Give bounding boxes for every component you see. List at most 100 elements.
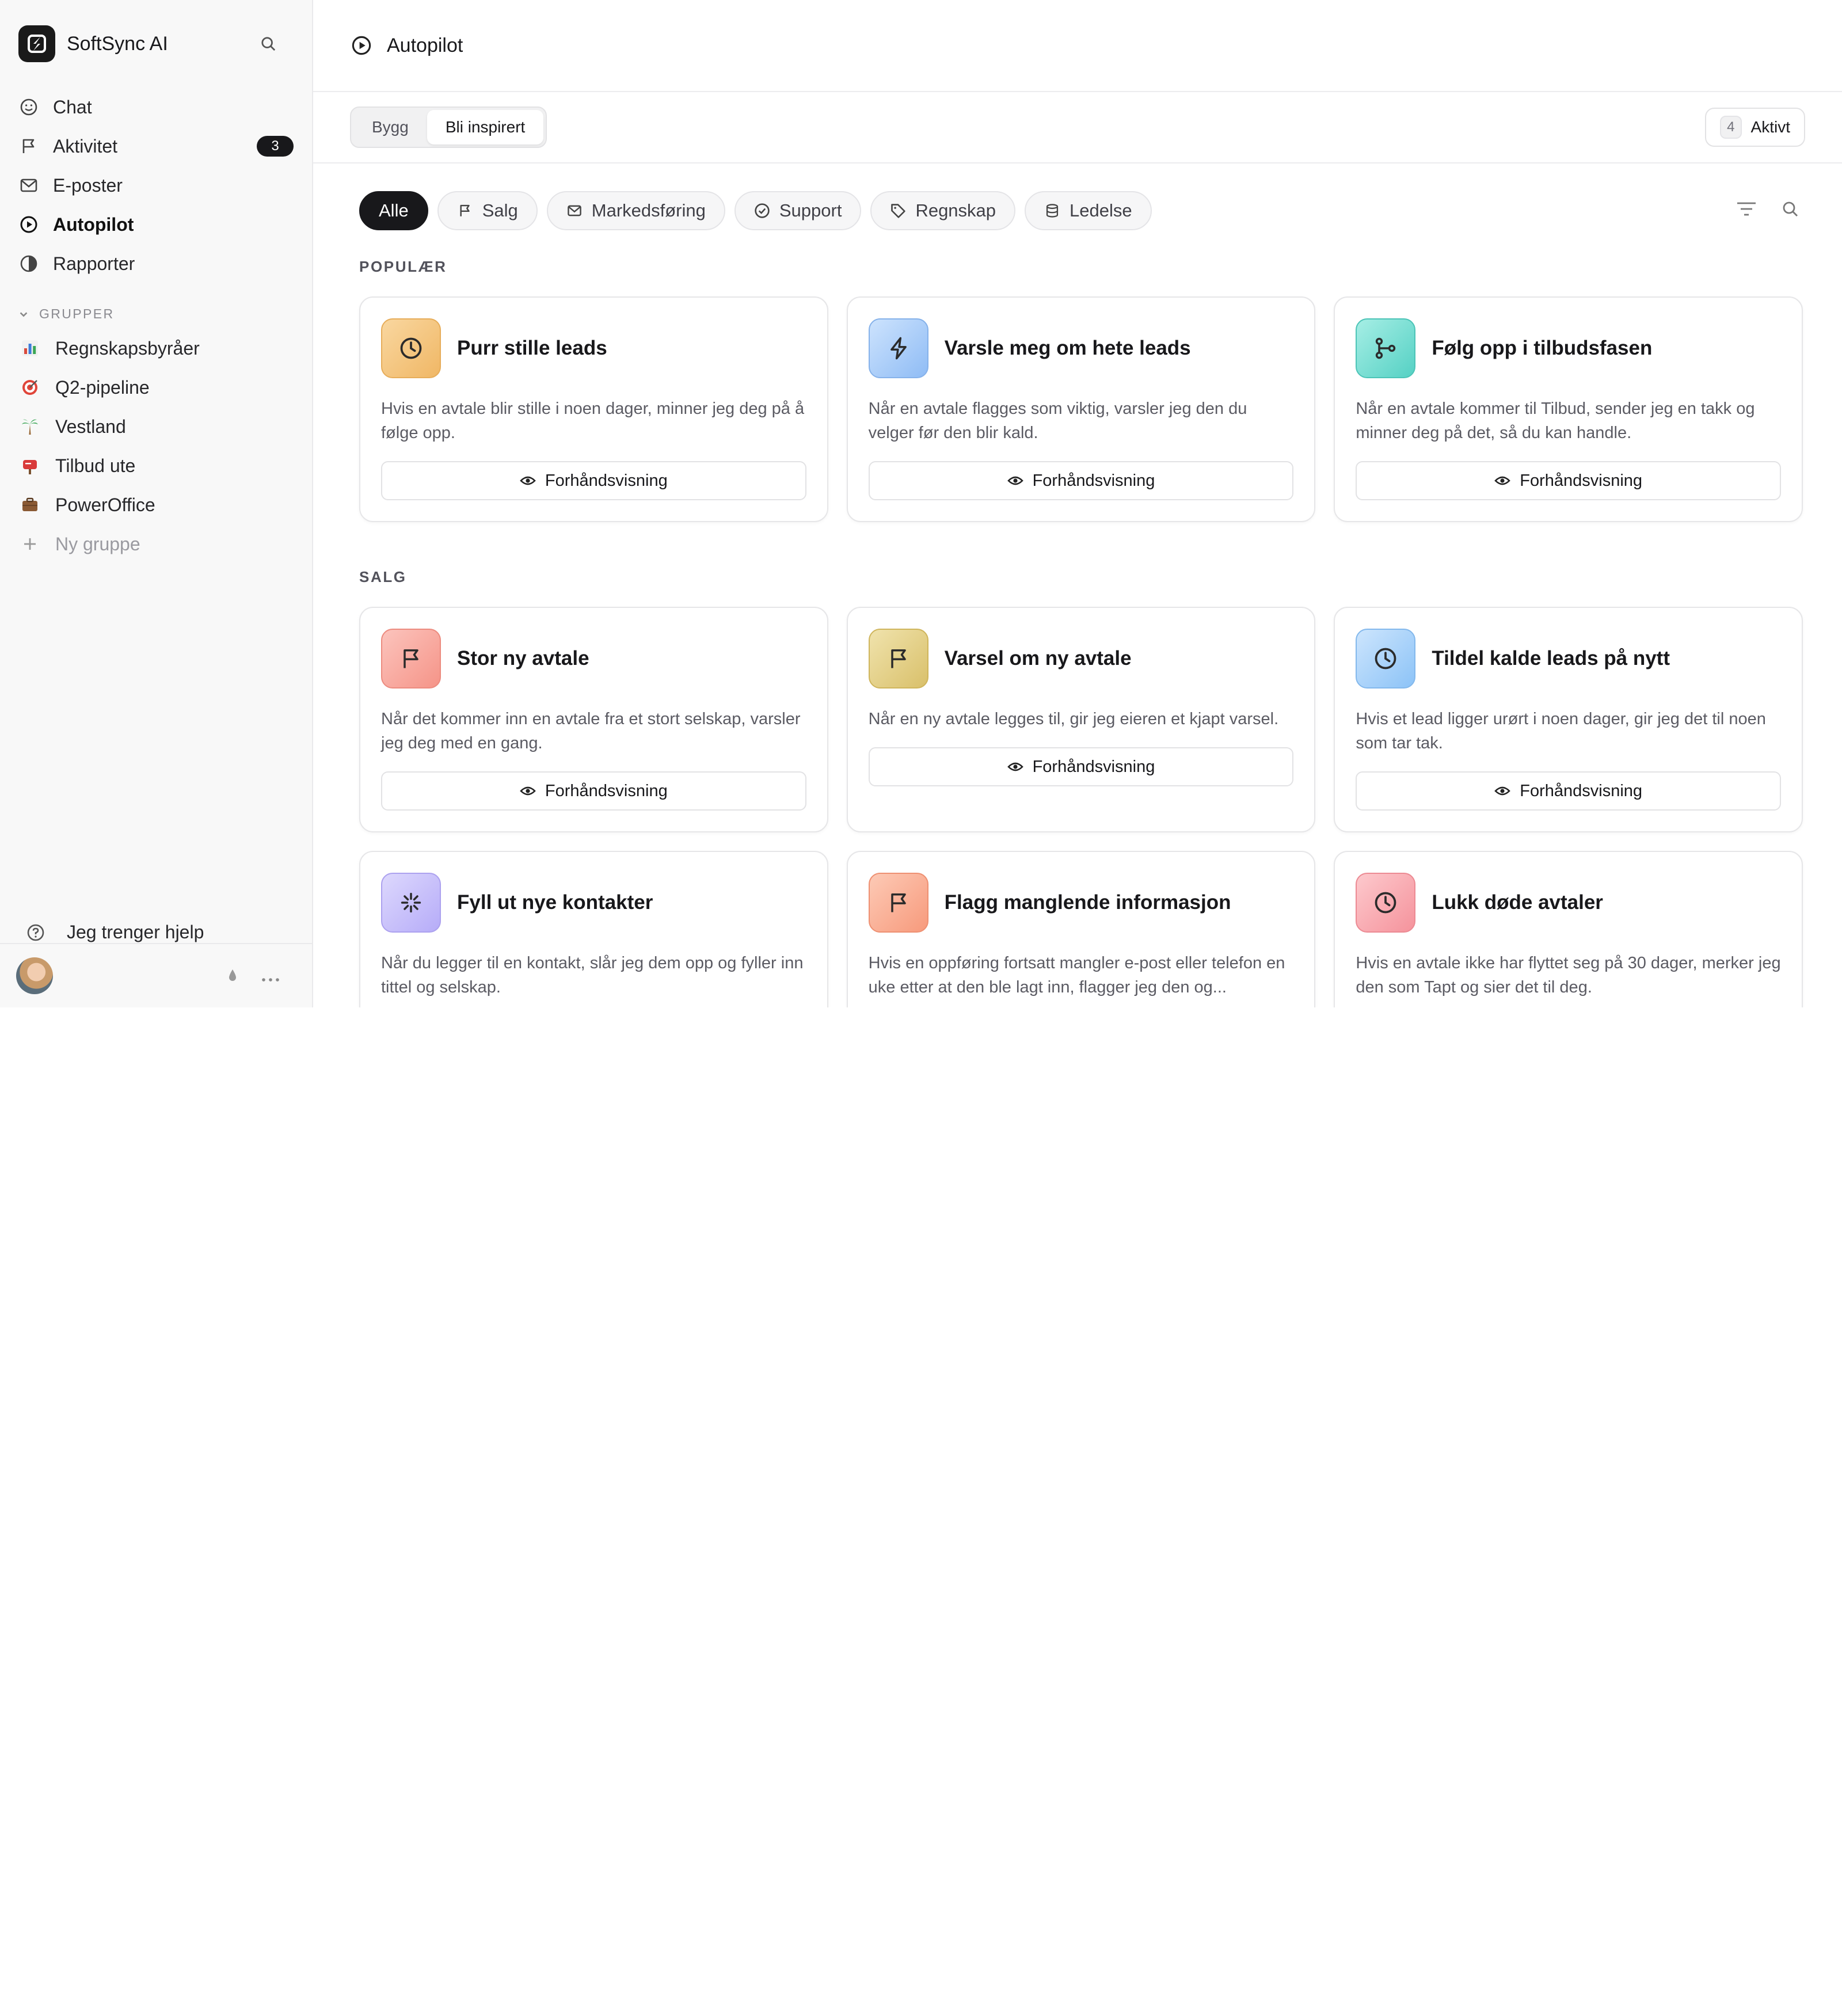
group-label: Regnskapsbyråer (55, 337, 200, 359)
template-card[interactable]: Varsle meg om hete leads Når en avtale f… (846, 296, 1316, 522)
user-actions (227, 965, 280, 987)
nav-item-autopilot[interactable]: Autopilot (16, 205, 296, 244)
group-item-poweroffice[interactable]: PowerOffice (0, 485, 312, 524)
eye-icon (520, 473, 536, 489)
groups-header[interactable]: GRUPPER (18, 306, 296, 322)
briefcase-emoji-icon (18, 493, 41, 516)
filter-label: Salg (482, 200, 518, 220)
group-label: Tilbud ute (55, 455, 136, 476)
group-item-regnskapsbyraer[interactable]: Regnskapsbyråer (0, 329, 312, 368)
tab-bli-inspirert[interactable]: Bli inspirert (427, 110, 544, 144)
eye-icon (1494, 783, 1511, 799)
filter-support[interactable]: Support (734, 191, 862, 230)
nav-item-chat[interactable]: Chat (16, 88, 296, 127)
more-icon[interactable] (261, 965, 280, 987)
avatar[interactable] (16, 957, 53, 994)
group-label: PowerOffice (55, 494, 155, 515)
card-description: Når en avtale kommer til Tilbud, sender … (1356, 400, 1755, 442)
filter-regnskap[interactable]: Regnskap (870, 191, 1016, 230)
app-logo-icon[interactable] (18, 25, 55, 62)
pie-chart-icon (18, 253, 39, 274)
card-description: Hvis en oppføring fortsatt mangler e-pos… (868, 954, 1285, 996)
template-card[interactable]: Flagg manglende informasjon Hvis en oppf… (846, 851, 1316, 1007)
group-item-vestland[interactable]: Vestland (0, 407, 312, 446)
preview-button[interactable]: Forhåndsvisning (1356, 461, 1781, 500)
card-header: Stor ny avtale (381, 629, 806, 689)
card-header: Varsel om ny avtale (868, 629, 1294, 689)
preview-button[interactable]: Forhåndsvisning (381, 771, 806, 811)
filter-ledelse[interactable]: Ledelse (1025, 191, 1152, 230)
preview-button[interactable]: Forhåndsvisning (1356, 771, 1781, 811)
card-title: Tildel kalde leads på nytt (1432, 647, 1670, 670)
eye-icon (1007, 759, 1023, 775)
template-card[interactable]: Følg opp i tilbudsfasen Når en avtale ko… (1334, 296, 1803, 522)
help-label: Jeg trenger hjelp (67, 922, 204, 942)
filter-alle[interactable]: Alle (359, 191, 428, 230)
flag-icon (381, 629, 441, 689)
flag-icon (868, 873, 928, 933)
smile-icon (18, 97, 39, 117)
card-title: Varsel om ny avtale (944, 647, 1132, 670)
template-card[interactable]: Stor ny avtale Når det kommer inn en avt… (359, 607, 828, 832)
notification-badge: 3 (257, 136, 294, 157)
search-icon[interactable] (259, 35, 277, 53)
card-title: Varsle meg om hete leads (944, 337, 1191, 359)
preview-button[interactable]: Forhåndsvisning (381, 461, 806, 500)
card-description: Hvis en avtale blir stille i noen dager,… (381, 400, 805, 442)
group-item-tilbud-ute[interactable]: Tilbud ute (0, 446, 312, 485)
toolbar: Bygg Bli inspirert 4 Aktivt (313, 92, 1842, 163)
flag-icon (457, 203, 473, 219)
preview-label: Forhåndsvisning (1520, 781, 1643, 800)
template-card[interactable]: Lukk døde avtaler Hvis en avtale ikke ha… (1334, 851, 1803, 1007)
search-icon[interactable] (1782, 200, 1798, 222)
bolt-icon (868, 318, 928, 378)
filter-lines-icon[interactable] (1736, 200, 1757, 222)
plus-icon (18, 532, 41, 556)
help-button[interactable]: Jeg trenger hjelp (25, 922, 204, 943)
template-card[interactable]: Varsel om ny avtale Når en ny avtale leg… (846, 607, 1316, 832)
template-card[interactable]: Purr stille leads Hvis en avtale blir st… (359, 296, 828, 522)
preview-label: Forhåndsvisning (1520, 471, 1643, 490)
section-title: POPULÆR (359, 258, 447, 275)
card-title: Flagg manglende informasjon (944, 891, 1231, 914)
card-header: Følg opp i tilbudsfasen (1356, 318, 1781, 378)
new-group-button[interactable]: Ny gruppe (0, 524, 312, 564)
new-group-label: Ny gruppe (55, 533, 140, 554)
user-bar (0, 943, 312, 1007)
preview-button[interactable]: Forhåndsvisning (868, 461, 1294, 500)
active-automations-button[interactable]: 4 Aktivt (1705, 108, 1805, 147)
card-grid: Stor ny avtale Når det kommer inn en avt… (359, 607, 1803, 1007)
drop-icon[interactable] (227, 965, 238, 987)
page-header: Autopilot (313, 0, 1842, 92)
nav-item-e-poster[interactable]: E-poster (16, 166, 296, 205)
template-card[interactable]: Tildel kalde leads på nytt Hvis et lead … (1334, 607, 1803, 832)
filter-salg[interactable]: Salg (437, 191, 538, 230)
flag-icon (868, 629, 928, 689)
group-label: Vestland (55, 416, 126, 437)
filter-markedsforing[interactable]: Markedsføring (546, 191, 725, 230)
card-title: Stor ny avtale (457, 647, 589, 670)
palm-tree-emoji-icon (18, 415, 41, 438)
nav-item-rapporter[interactable]: Rapporter (16, 244, 296, 283)
preview-button[interactable]: Forhåndsvisning (868, 747, 1294, 786)
preview-label: Forhåndsvisning (545, 781, 668, 800)
groups-header-label: GRUPPER (39, 306, 115, 321)
template-card[interactable]: Fyll ut nye kontakter Når du legger til … (359, 851, 828, 1007)
mailbox-emoji-icon (18, 454, 41, 477)
category-filters: Alle Salg Markedsføring Support Regnskap (359, 163, 1803, 258)
eye-icon (1494, 473, 1511, 489)
card-header: Flagg manglende informasjon (868, 873, 1294, 933)
filter-label: Alle (379, 200, 409, 220)
view-tabs: Bygg Bli inspirert (350, 106, 547, 148)
preview-label: Forhåndsvisning (1032, 471, 1155, 490)
mail-icon (566, 203, 583, 219)
git-branch-icon (1356, 318, 1416, 378)
flag-icon (18, 136, 39, 157)
group-item-q2-pipeline[interactable]: Q2-pipeline (0, 368, 312, 407)
card-header: Fyll ut nye kontakter (381, 873, 806, 933)
eye-icon (1007, 473, 1023, 489)
group-label: Q2-pipeline (55, 376, 150, 398)
tab-bygg[interactable]: Bygg (353, 110, 427, 144)
card-header: Varsle meg om hete leads (868, 318, 1294, 378)
nav-item-aktivitet[interactable]: Aktivitet 3 (16, 127, 296, 166)
